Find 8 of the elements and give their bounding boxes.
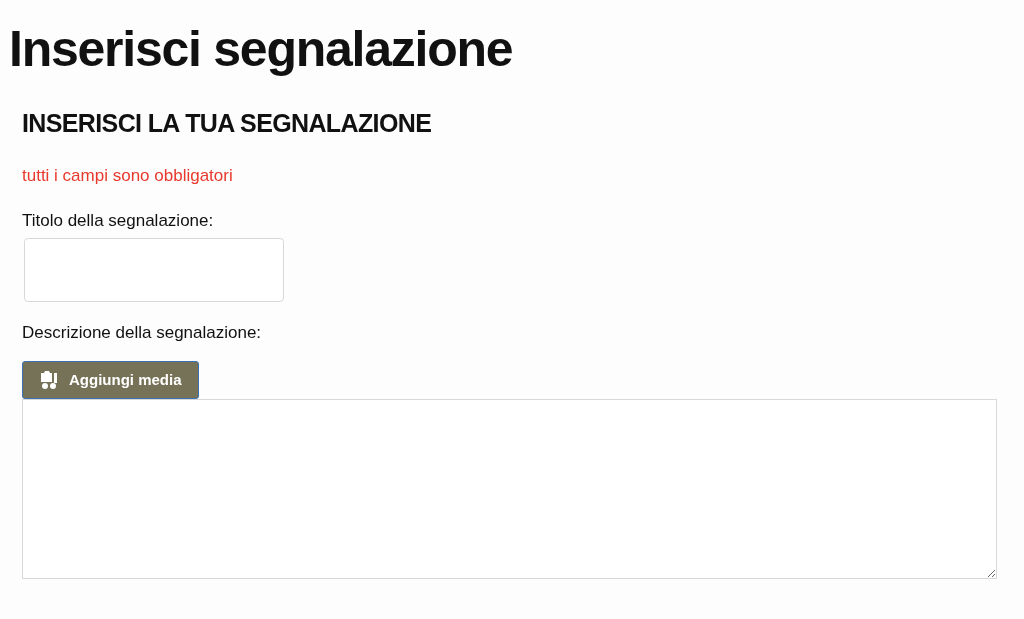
required-notice: tutti i campi sono obbligatori <box>22 164 234 187</box>
field-label: Titolo della segnalazione: <box>22 210 215 232</box>
field-label: Descrizione della segnalazione: <box>22 321 263 344</box>
form-heading: INSERISCI LA TUA SEGNALAZIONE <box>22 108 433 139</box>
add-media-button[interactable]: Aggiungi media <box>22 361 199 399</box>
title-input[interactable] <box>24 237 284 302</box>
description-textarea[interactable] <box>22 399 997 579</box>
page-title: Inserisci segnalazione <box>8 20 514 74</box>
